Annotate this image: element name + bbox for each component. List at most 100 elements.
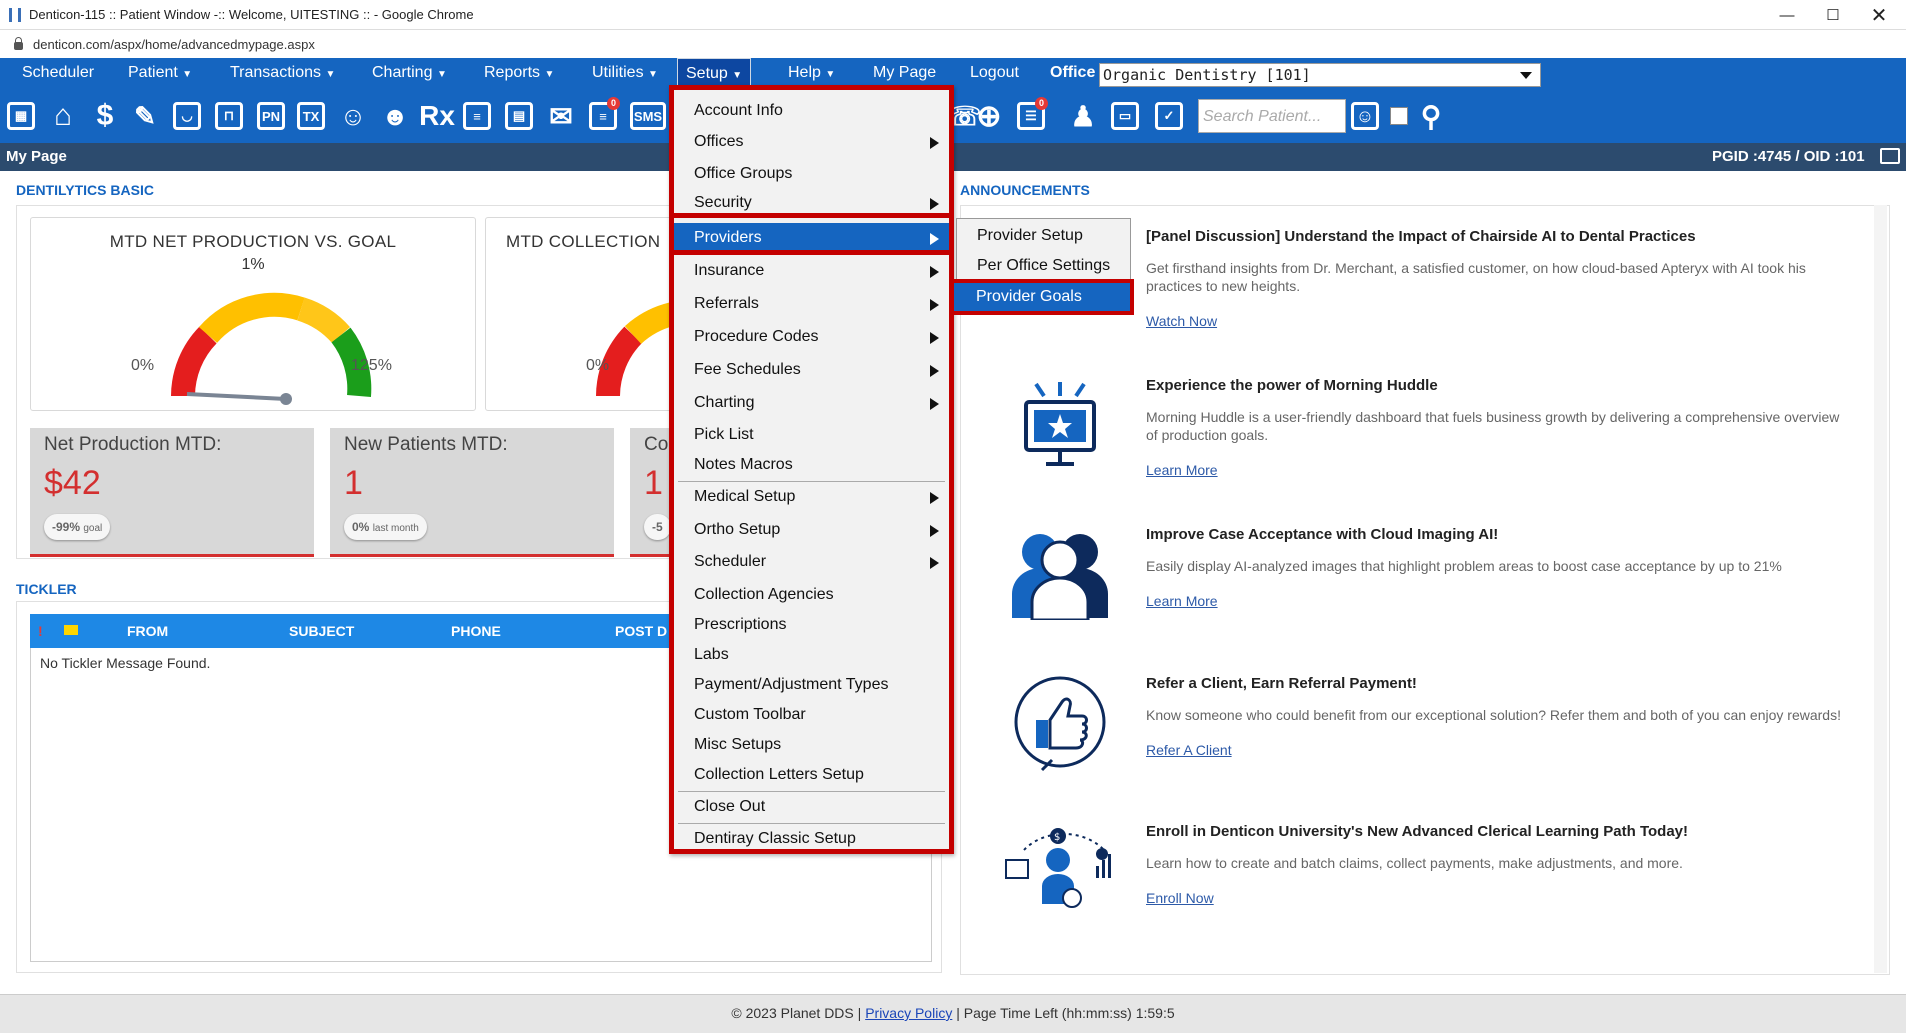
- email-icon[interactable]: ✉: [544, 98, 578, 134]
- maximize-icon[interactable]: ☐: [1810, 0, 1856, 30]
- setup-dropdown-menu: Account Info Offices Office Groups Secur…: [669, 85, 954, 854]
- treatment-plan-icon[interactable]: TX: [294, 98, 328, 134]
- submenu-arrow-icon: [930, 266, 939, 278]
- menu-transactions[interactable]: Transactions ▼: [230, 58, 335, 88]
- stat-value: 1: [344, 464, 363, 502]
- col-post-date[interactable]: POST D: [615, 623, 667, 639]
- announcement-title: [Panel Discussion] Understand the Impact…: [1146, 228, 1696, 245]
- stat-chip-value: -5: [652, 520, 663, 534]
- monitor-star-icon: [1024, 382, 1096, 466]
- gauge-dial: [171, 292, 372, 405]
- setup-item-notes-macros[interactable]: Notes Macros: [674, 450, 949, 480]
- ortho-tooth-icon[interactable]: ⊓: [212, 98, 246, 134]
- menu-logout[interactable]: Logout: [970, 58, 1019, 88]
- submenu-provider-setup[interactable]: Provider Setup: [957, 221, 1132, 251]
- team-icon[interactable]: ♟: [1066, 98, 1100, 134]
- setup-item-misc-setups[interactable]: Misc Setups: [674, 730, 949, 760]
- print-icon[interactable]: ▭: [1108, 98, 1142, 134]
- dropdown-caret-icon: [1520, 72, 1532, 79]
- setup-item-procedure-codes[interactable]: Procedure Codes: [674, 322, 949, 352]
- progress-notes-icon[interactable]: PN: [254, 98, 288, 134]
- tooth-icon[interactable]: ◡: [170, 98, 204, 134]
- setup-item-prescriptions[interactable]: Prescriptions: [674, 610, 949, 640]
- sms-icon[interactable]: SMS: [628, 98, 668, 134]
- menu-setup[interactable]: Setup ▼: [677, 58, 752, 88]
- submenu-provider-goals[interactable]: Provider Goals: [950, 279, 1134, 315]
- prescription-icon[interactable]: Rx: [419, 98, 455, 134]
- privacy-policy-link[interactable]: Privacy Policy: [865, 1005, 952, 1021]
- submenu-per-office-settings[interactable]: Per Office Settings: [957, 251, 1132, 281]
- patient-search-icon[interactable]: ☺: [1348, 98, 1382, 134]
- setup-item-scheduler[interactable]: Scheduler: [674, 547, 949, 577]
- envelope-icon[interactable]: [64, 625, 78, 635]
- col-subject[interactable]: SUBJECT: [289, 623, 354, 639]
- add-family-icon[interactable]: ☻: [378, 98, 412, 134]
- checklist-icon[interactable]: ☰ 0: [1014, 97, 1048, 134]
- office-select[interactable]: Organic Dentistry [101]: [1099, 63, 1541, 87]
- menu-patient[interactable]: Patient ▼: [128, 58, 192, 88]
- setup-item-custom-toolbar[interactable]: Custom Toolbar: [674, 700, 949, 730]
- download-check-icon[interactable]: ✓: [1152, 98, 1186, 134]
- setup-item-insurance[interactable]: Insurance: [674, 256, 949, 286]
- setup-item-medical-setup[interactable]: Medical Setup: [674, 482, 949, 512]
- gauge-percent: 1%: [241, 256, 265, 273]
- close-icon[interactable]: ✕: [1856, 0, 1902, 30]
- patient-search-input[interactable]: Search Patient...: [1198, 99, 1346, 133]
- menu-utilities[interactable]: Utilities ▼: [592, 58, 658, 88]
- announcement-link[interactable]: Learn More: [1146, 462, 1846, 478]
- setup-item-label: Collection Agencies: [694, 586, 834, 603]
- setup-item-labs[interactable]: Labs: [674, 640, 949, 670]
- setup-item-charting[interactable]: Charting: [674, 388, 949, 418]
- printer-icon[interactable]: [1880, 148, 1900, 164]
- setup-item-fee-schedules[interactable]: Fee Schedules: [674, 355, 949, 385]
- setup-item-referrals[interactable]: Referrals: [674, 289, 949, 319]
- menu-help[interactable]: Help ▼: [788, 58, 835, 88]
- window-titlebar: Denticon-115 :: Patient Window -:: Welco…: [0, 0, 1906, 30]
- home-icon[interactable]: ⌂: [46, 98, 80, 134]
- menu-reports-label: Reports: [484, 64, 541, 81]
- thumbs-up-icon: [1014, 676, 1106, 772]
- menu-scheduler[interactable]: Scheduler: [22, 58, 94, 88]
- stat-chip: -5: [644, 514, 671, 540]
- checkbox-icon[interactable]: [1388, 98, 1410, 134]
- setup-item-payment-adjustment-types[interactable]: Payment/Adjustment Types: [674, 670, 949, 700]
- setup-item-ortho-setup[interactable]: Ortho Setup: [674, 515, 949, 545]
- learner-icon: $: [1005, 828, 1111, 908]
- menu-my-page[interactable]: My Page: [873, 58, 936, 88]
- announcement-link[interactable]: Learn More: [1146, 593, 1846, 609]
- calendar-icon[interactable]: ▦: [4, 98, 38, 134]
- menu-reports[interactable]: Reports ▼: [484, 58, 554, 88]
- lock-icon: [14, 37, 23, 50]
- priority-icon[interactable]: !: [38, 623, 43, 639]
- announcement-desc: Learn how to create and batch claims, co…: [1146, 855, 1683, 871]
- menu-charting-label: Charting: [372, 64, 433, 81]
- announcement-link[interactable]: Enroll Now: [1146, 890, 1846, 906]
- col-phone[interactable]: PHONE: [451, 623, 501, 639]
- add-patient-icon[interactable]: ☺: [336, 98, 370, 134]
- setup-item-label: Ortho Setup: [694, 521, 781, 538]
- announcements-scrollbar[interactable]: [1874, 205, 1887, 973]
- setup-item-dentiray-classic-setup[interactable]: Dentiray Classic Setup: [674, 824, 949, 854]
- setup-item-office-groups[interactable]: Office Groups: [674, 159, 949, 189]
- printer-doc-icon[interactable]: ▤: [502, 98, 536, 134]
- address-bar[interactable]: denticon.com/aspx/home/advancedmypage.as…: [0, 30, 1906, 58]
- chat-list-icon[interactable]: ≡: [460, 98, 494, 134]
- setup-item-pick-list[interactable]: Pick List: [674, 420, 949, 450]
- message-icon[interactable]: ≡ 0: [586, 97, 620, 134]
- setup-item-offices[interactable]: Offices: [674, 127, 949, 157]
- announcement-link[interactable]: Refer A Client: [1146, 742, 1846, 758]
- setup-item-close-out[interactable]: Close Out: [674, 792, 949, 822]
- setup-item-collection-letters-setup[interactable]: Collection Letters Setup: [674, 760, 949, 790]
- pencil-list-icon[interactable]: ✎: [128, 98, 162, 134]
- announcement-link[interactable]: Watch Now: [1146, 313, 1846, 329]
- advanced-search-icon[interactable]: ⚲: [1414, 98, 1448, 134]
- dollar-icon[interactable]: $: [88, 98, 122, 134]
- col-from[interactable]: FROM: [127, 623, 168, 639]
- globe-icon[interactable]: ⊕: [972, 98, 1006, 134]
- setup-item-label: Procedure Codes: [694, 328, 819, 345]
- minimize-icon[interactable]: —: [1764, 0, 1810, 30]
- setup-item-collection-agencies[interactable]: Collection Agencies: [674, 580, 949, 610]
- menu-charting[interactable]: Charting ▼: [372, 58, 447, 88]
- address-url: denticon.com/aspx/home/advancedmypage.as…: [33, 36, 315, 52]
- setup-item-account-info[interactable]: Account Info: [674, 96, 949, 126]
